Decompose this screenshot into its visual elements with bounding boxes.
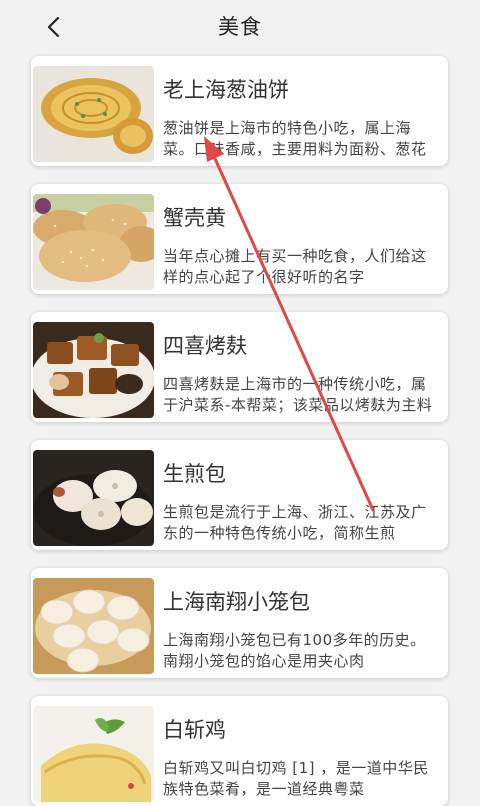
back-button[interactable] — [36, 10, 70, 44]
food-description: 当年点心摊上有买一种吃食，人们给这样的点心起了个很好听的名字 — [163, 247, 427, 286]
food-image — [33, 450, 154, 546]
food-card-white-cut-chicken[interactable]: 白斩鸡 白斩鸡又叫白切鸡 [1] ，是一道中华民族特色菜肴，是一道经典粤菜 — [31, 696, 448, 806]
food-name: 上海南翔小笼包 — [163, 590, 310, 614]
food-image — [33, 194, 154, 290]
food-image — [33, 66, 154, 162]
food-name: 白斩鸡 — [163, 718, 226, 742]
page-title: 美食 — [218, 15, 262, 39]
food-image — [33, 706, 154, 802]
food-description: 上海南翔小笼包已有100多年的历史。南翔小笼包的馅心是用夹心肉 — [163, 631, 426, 670]
food-name: 四喜烤麸 — [163, 334, 247, 358]
food-description: 葱油饼是上海市的特色小吃，属上海菜。口味香咸，主要用料为面粉、葱花 — [163, 119, 427, 158]
food-card-scallion-pancake[interactable]: 老上海葱油饼 葱油饼是上海市的特色小吃，属上海菜。口味香咸，主要用料为面粉、葱花 — [31, 56, 448, 166]
food-name: 老上海葱油饼 — [163, 78, 289, 102]
food-description: 四喜烤麸是上海市的一种传统小吃，属于沪菜系-本帮菜；该菜品以烤麸为主料 — [163, 375, 433, 414]
chevron-left-icon — [47, 16, 60, 38]
food-card-nanxiang-xiaolongbao[interactable]: 上海南翔小笼包 上海南翔小笼包已有100多年的历史。南翔小笼包的馅心是用夹心肉 — [31, 568, 448, 678]
food-image — [33, 322, 154, 418]
app-header: 美食 — [0, 0, 480, 52]
food-image — [33, 578, 154, 674]
food-card-pan-fried-bun[interactable]: 生煎包 生煎包是流行于上海、浙江、江苏及广东的一种特色传统小吃，简称生煎 — [31, 440, 448, 550]
food-name: 蟹壳黄 — [163, 206, 226, 230]
food-card-crab-shell-pastry[interactable]: 蟹壳黄 当年点心摊上有买一种吃食，人们给这样的点心起了个很好听的名字 — [31, 184, 448, 294]
food-description: 白斩鸡又叫白切鸡 [1] ，是一道中华民族特色菜肴，是一道经典粤菜 — [163, 759, 429, 798]
food-card-four-joy-gluten[interactable]: 四喜烤麸 四喜烤麸是上海市的一种传统小吃，属于沪菜系-本帮菜；该菜品以烤麸为主料 — [31, 312, 448, 422]
food-description: 生煎包是流行于上海、浙江、江苏及广东的一种特色传统小吃，简称生煎 — [163, 503, 427, 542]
food-name: 生煎包 — [163, 462, 226, 486]
